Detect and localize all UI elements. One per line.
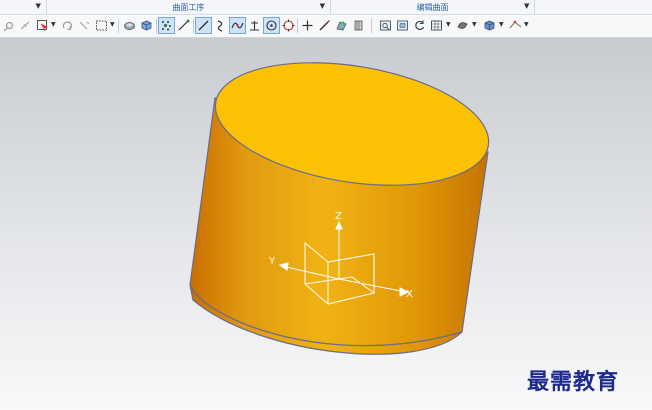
chevron-down-icon[interactable]: ▼ (524, 2, 529, 10)
chevron-down-icon[interactable]: ▼ (446, 21, 451, 29)
snap-end-icon[interactable] (77, 18, 92, 33)
grid-layout-icon[interactable] (429, 18, 444, 33)
ribbon-group-label: 编辑曲面 (416, 2, 449, 12)
toolbar-divider (118, 19, 119, 33)
graphics-viewport[interactable]: Z Y X 最需教育 (0, 38, 652, 410)
ribbon-group-surface-operations[interactable]: 曲面工序 ▼ (47, 0, 331, 14)
chevron-down-icon[interactable]: ▼ (35, 2, 40, 10)
toolbar-divider (371, 19, 372, 33)
toolbar-divider (297, 19, 298, 33)
cube-shade-icon[interactable] (482, 18, 497, 33)
rotate-icon[interactable] (60, 18, 75, 33)
snap-midpoint-icon[interactable] (18, 18, 33, 33)
perpendicular-icon[interactable] (247, 18, 262, 33)
watermark: 最需教育 (527, 369, 620, 395)
chevron-down-icon[interactable]: ▼ (472, 21, 477, 29)
chevron-down-icon[interactable]: ▼ (320, 2, 325, 10)
render-icon[interactable] (334, 18, 349, 33)
curve-icon[interactable] (213, 18, 228, 33)
chevron-down-icon[interactable]: ▼ (110, 21, 115, 29)
toolbar-divider (193, 19, 194, 33)
x-axis-label: X (406, 289, 413, 300)
shaded-view-icon[interactable] (122, 18, 137, 33)
spline-icon[interactable] (229, 17, 246, 34)
ribbon-group-edit-surface[interactable]: 编辑曲面 ▼ (331, 0, 536, 14)
pen-icon[interactable] (317, 18, 332, 33)
y-axis-label: Y (268, 256, 276, 267)
z-axis-label: Z (335, 211, 342, 222)
ribbon-group-extra (535, 0, 652, 14)
toolbar-divider (156, 19, 157, 33)
layer-icon[interactable] (351, 18, 366, 33)
plus-icon[interactable] (300, 18, 315, 33)
display-mode-icon[interactable] (455, 18, 470, 33)
circle-center-icon[interactable] (263, 17, 280, 34)
wireframe-icon[interactable] (508, 18, 523, 33)
line-icon[interactable] (176, 18, 191, 33)
select-filter-icon[interactable] (35, 18, 50, 33)
ribbon-group-bar: ▼ 曲面工序 ▼ 编辑曲面 ▼ (0, 0, 652, 15)
snap-point-icon[interactable] (2, 18, 17, 33)
circle-icon[interactable] (281, 18, 296, 33)
ribbon-group-label: 曲面工序 (172, 2, 205, 12)
chevron-down-icon[interactable]: ▼ (51, 21, 56, 29)
chevron-down-icon[interactable]: ▼ (524, 21, 529, 29)
line-tangent-icon[interactable] (195, 17, 212, 34)
cube-view-icon[interactable] (139, 18, 154, 33)
selection-toolbar: ▼ ▼ ▼ ▼ ▼ ▼ (0, 15, 652, 38)
point-dots-icon[interactable] (158, 17, 175, 34)
view-fit-icon[interactable] (378, 18, 393, 33)
ribbon-group-misc[interactable]: ▼ (0, 0, 47, 14)
select-region-icon[interactable] (94, 18, 109, 33)
view-frame-icon[interactable] (395, 18, 410, 33)
model-scene[interactable]: Z Y X (0, 38, 652, 410)
refresh-icon[interactable] (412, 18, 427, 33)
chevron-down-icon[interactable]: ▼ (499, 21, 504, 29)
